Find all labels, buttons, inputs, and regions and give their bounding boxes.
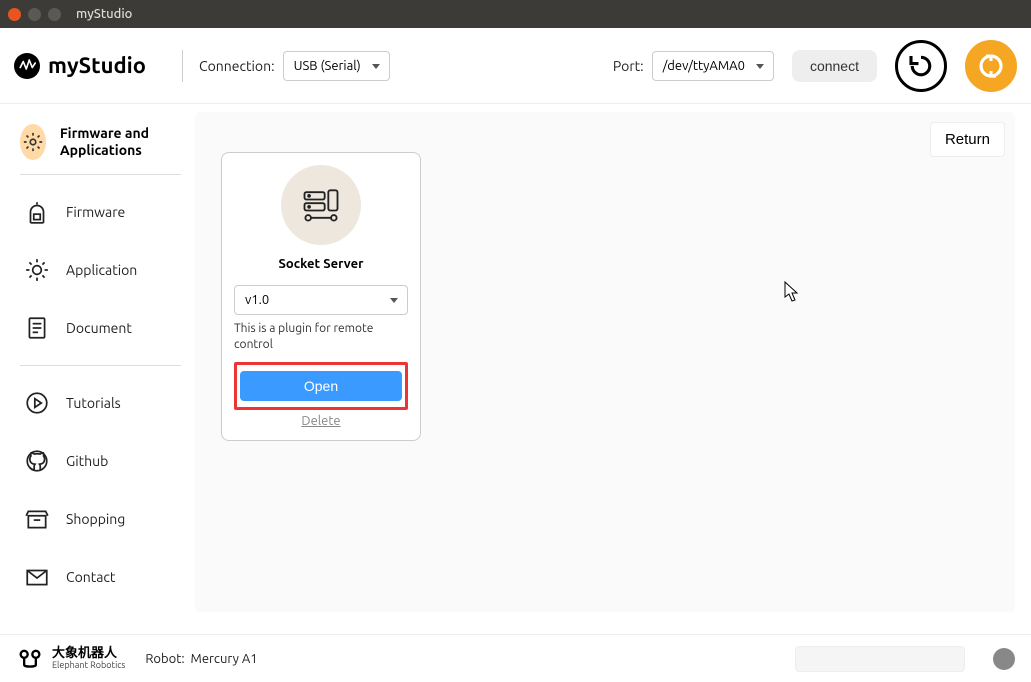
- sidebar-item-firmware[interactable]: Firmware: [20, 183, 185, 241]
- divider: [20, 365, 181, 366]
- sidebar-item-label: Firmware: [66, 204, 125, 220]
- top-toolbar: myStudio Connection: USB (Serial) Port: …: [0, 28, 1031, 104]
- connection-select[interactable]: USB (Serial): [283, 51, 390, 81]
- window-title: myStudio: [76, 7, 132, 21]
- cog-icon: [22, 255, 52, 285]
- robot-label: Robot:: [145, 652, 184, 666]
- connection-label: Connection:: [199, 58, 275, 74]
- divider: [20, 174, 181, 175]
- document-icon: [22, 313, 52, 343]
- sidebar-item-label: Shopping: [66, 511, 125, 527]
- port-value: /dev/ttyAMA0: [663, 59, 745, 73]
- app-logo-text: myStudio: [48, 53, 146, 78]
- open-highlight-box: Open: [234, 362, 408, 410]
- elephant-icon: [16, 645, 44, 673]
- sidebar-item-label: Document: [66, 320, 132, 336]
- version-select[interactable]: v1.0: [234, 285, 408, 315]
- port-label: Port:: [613, 58, 644, 74]
- connect-button[interactable]: connect: [792, 50, 877, 82]
- brand-logo: 大象机器人 Elephant Robotics: [16, 645, 125, 673]
- mail-icon: [22, 562, 52, 592]
- window-titlebar: myStudio: [0, 0, 1031, 28]
- github-icon: [22, 446, 52, 476]
- sidebar-item-label: Application: [66, 262, 137, 278]
- brand-name-en: Elephant Robotics: [52, 661, 125, 671]
- port-select[interactable]: /dev/ttyAMA0: [652, 51, 774, 81]
- app-logo: myStudio: [14, 53, 146, 79]
- sidebar-item-label: Tutorials: [66, 395, 121, 411]
- robot-value: Mercury A1: [191, 652, 258, 666]
- window-minimize-icon[interactable]: [28, 8, 41, 21]
- main-area: Firmware and Applications Firmware Appli…: [0, 104, 1031, 634]
- sidebar-item-label: Contact: [66, 569, 115, 585]
- play-icon: [22, 388, 52, 418]
- sidebar-header-title: Firmware and Applications: [60, 125, 185, 160]
- divider: [182, 50, 183, 82]
- sidebar-item-tutorials[interactable]: Tutorials: [20, 374, 185, 432]
- status-dot-icon: [993, 648, 1015, 670]
- app-logo-icon: [14, 53, 40, 79]
- undo-button[interactable]: [895, 40, 947, 92]
- sidebar-item-application[interactable]: Application: [20, 241, 185, 299]
- card-description: This is a plugin for remote control: [234, 321, 408, 352]
- footer: 大象机器人 Elephant Robotics Robot: Mercury A…: [0, 634, 1031, 682]
- version-value: v1.0: [245, 293, 269, 307]
- window-close-icon[interactable]: [8, 8, 21, 21]
- window-maximize-icon[interactable]: [48, 8, 61, 21]
- shop-icon: [22, 504, 52, 534]
- connection-value: USB (Serial): [294, 59, 361, 73]
- chip-icon: [22, 197, 52, 227]
- gear-icon: [20, 124, 46, 160]
- content-area: Return Socket Server v1.0: [195, 104, 1031, 634]
- refresh-button[interactable]: [965, 40, 1017, 92]
- sidebar-item-contact[interactable]: Contact: [20, 548, 185, 606]
- brand-name-cn: 大象机器人: [52, 646, 125, 660]
- return-button[interactable]: Return: [930, 122, 1005, 157]
- undo-icon: [906, 51, 936, 81]
- server-icon: [281, 165, 361, 245]
- delete-link[interactable]: Delete: [234, 414, 408, 428]
- content-panel: Return Socket Server v1.0: [195, 112, 1015, 612]
- footer-input[interactable]: [795, 646, 965, 672]
- sidebar: Firmware and Applications Firmware Appli…: [0, 104, 195, 634]
- refresh-icon: [976, 51, 1006, 81]
- sidebar-item-document[interactable]: Document: [20, 299, 185, 357]
- card-title: Socket Server: [234, 257, 408, 271]
- sidebar-item-github[interactable]: Github: [20, 432, 185, 490]
- plugin-card: Socket Server v1.0 This is a plugin for …: [221, 152, 421, 441]
- sidebar-item-shopping[interactable]: Shopping: [20, 490, 185, 548]
- open-button[interactable]: Open: [240, 371, 402, 401]
- sidebar-header[interactable]: Firmware and Applications: [20, 114, 185, 166]
- sidebar-item-label: Github: [66, 453, 108, 469]
